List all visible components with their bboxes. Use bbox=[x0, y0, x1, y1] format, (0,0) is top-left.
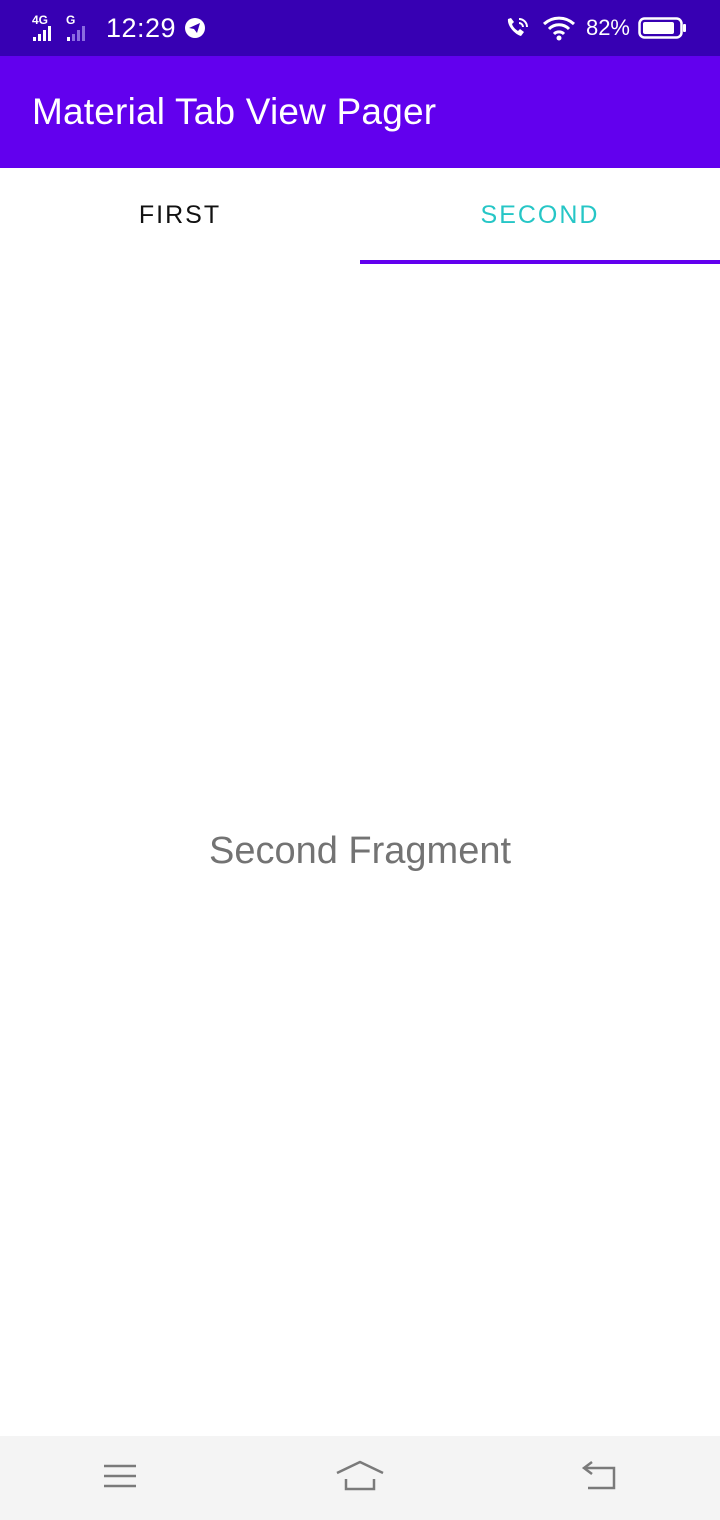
home-button[interactable] bbox=[320, 1448, 400, 1508]
wifi-icon bbox=[542, 15, 576, 41]
battery-percent: 82% bbox=[585, 15, 630, 40]
tab-second-label: SECOND bbox=[480, 200, 600, 229]
menu-button[interactable] bbox=[80, 1448, 160, 1508]
fragment-text: Second Fragment bbox=[208, 830, 512, 872]
app-bar: Material Tab View Pager bbox=[0, 56, 720, 168]
tab-bar: FIRST SECOND bbox=[0, 168, 720, 264]
navigation-bar bbox=[0, 1436, 720, 1520]
cellular-signal-icon: 4G G bbox=[32, 13, 96, 43]
back-icon bbox=[580, 1460, 620, 1497]
status-right: 82% bbox=[504, 15, 688, 41]
tab-first[interactable]: FIRST bbox=[0, 168, 360, 264]
back-button[interactable] bbox=[560, 1448, 640, 1508]
fragment-content: Second Fragment bbox=[0, 264, 720, 1436]
clock: 12:29 bbox=[106, 12, 177, 43]
status-left: 4G G 12:29 bbox=[32, 13, 206, 44]
home-icon bbox=[335, 1459, 385, 1498]
wifi-calling-icon bbox=[504, 15, 532, 41]
network-type-label: 4G bbox=[32, 13, 48, 27]
battery-icon bbox=[638, 16, 688, 40]
telegram-icon bbox=[184, 17, 206, 39]
tab-first-label: FIRST bbox=[138, 200, 222, 229]
tab-second[interactable]: SECOND bbox=[360, 168, 720, 264]
status-bar: 4G G 12:29 82% bbox=[0, 0, 720, 56]
secondary-network-label: G bbox=[66, 13, 75, 27]
app-title: Material Tab View Pager bbox=[32, 91, 437, 132]
menu-icon bbox=[102, 1462, 138, 1495]
